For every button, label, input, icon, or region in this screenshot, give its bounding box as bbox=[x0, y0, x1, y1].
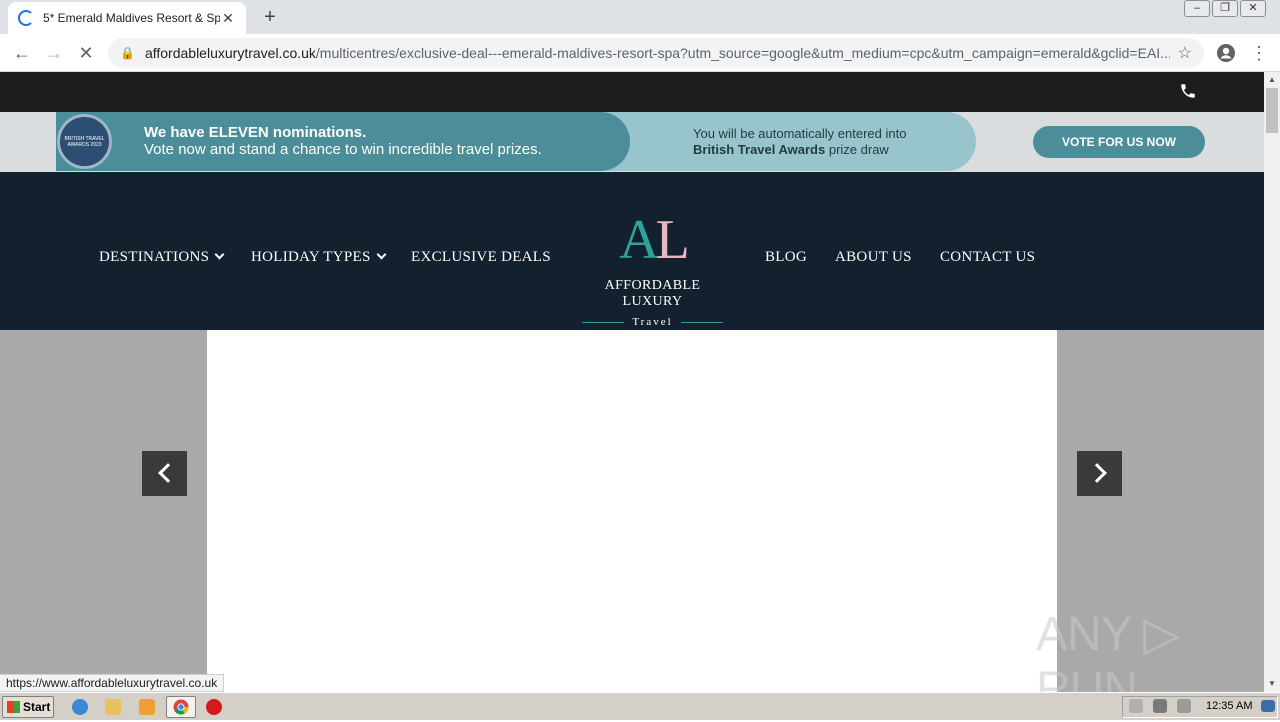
browser-toolbar: ← → ✕ 🔒 affordableluxurytravel.co.uk/mul… bbox=[0, 34, 1280, 72]
logo-letter-l: L bbox=[655, 209, 690, 271]
nav-label: HOLIDAY TYPES bbox=[251, 249, 371, 265]
chrome-taskbar-button[interactable] bbox=[166, 696, 196, 718]
watermark-logo: ANY ▷ RUN bbox=[1036, 606, 1236, 716]
banner-headline: We have ELEVEN nominations. bbox=[144, 124, 367, 141]
file-explorer-icon[interactable] bbox=[105, 699, 121, 715]
badge-text: BRITISH TRAVEL AWARDS 2023 bbox=[64, 135, 105, 148]
logo-subline: Travel bbox=[575, 316, 730, 328]
logo-rule bbox=[582, 321, 625, 323]
tab-close-icon[interactable]: ✕ bbox=[220, 10, 236, 27]
logo-letter-a: A bbox=[619, 209, 660, 271]
chevron-down-icon bbox=[376, 249, 387, 260]
nav-about-us[interactable]: ABOUT US bbox=[835, 249, 912, 266]
action-center-flag-icon[interactable] bbox=[1177, 699, 1191, 713]
windows-taskbar: Start 12:35 AM bbox=[0, 692, 1280, 720]
scroll-up-arrow-icon[interactable]: ▲ bbox=[1264, 72, 1280, 88]
lock-icon[interactable]: 🔒 bbox=[120, 46, 135, 60]
minimize-button[interactable]: – bbox=[1184, 0, 1210, 17]
main-navigation: DESTINATIONS HOLIDAY TYPES EXCLUSIVE DEA… bbox=[0, 172, 1264, 330]
page-scrollbar[interactable]: ▲ ▼ bbox=[1264, 72, 1280, 692]
start-label: Start bbox=[23, 700, 51, 714]
window-controls: – ❐ ✕ bbox=[1182, 0, 1266, 18]
carousel-prev-button[interactable] bbox=[142, 451, 187, 496]
new-tab-button[interactable]: + bbox=[258, 5, 282, 29]
url-text[interactable]: affordableluxurytravel.co.uk/multicentre… bbox=[145, 45, 1170, 61]
awards-badge-logo: BRITISH TRAVEL AWARDS 2023 bbox=[57, 114, 112, 169]
nav-holiday-types[interactable]: HOLIDAY TYPES bbox=[251, 249, 387, 266]
menu-kebab-icon[interactable]: ⋮ bbox=[1246, 40, 1272, 66]
nav-destinations[interactable]: DESTINATIONS bbox=[99, 249, 225, 266]
logo-mark: AL bbox=[575, 212, 730, 270]
volume-icon[interactable] bbox=[1129, 699, 1143, 713]
banner-right-text: You will be automatically entered into bbox=[693, 126, 907, 141]
phone-icon[interactable] bbox=[1179, 82, 1197, 100]
loading-spinner-icon bbox=[18, 10, 34, 26]
chrome-icon bbox=[173, 699, 189, 715]
close-window-button[interactable]: ✕ bbox=[1240, 0, 1266, 17]
logo-rule bbox=[680, 321, 723, 323]
top-bar bbox=[0, 72, 1264, 112]
browser-tab[interactable]: 5* Emerald Maldives Resort & Spa - I ✕ bbox=[8, 2, 246, 34]
address-bar[interactable]: 🔒 affordableluxurytravel.co.uk/multicent… bbox=[108, 38, 1204, 68]
restore-button[interactable]: ❐ bbox=[1212, 0, 1238, 17]
url-path: /multicentres/exclusive-deal---emerald-m… bbox=[315, 45, 1170, 61]
banner-prize-draw: prize draw bbox=[825, 142, 889, 157]
system-tray bbox=[1122, 696, 1278, 718]
profile-icon[interactable] bbox=[1213, 40, 1239, 66]
carousel-slide bbox=[207, 330, 1057, 692]
start-button[interactable]: Start bbox=[2, 696, 54, 718]
logo-sub-text: Travel bbox=[632, 316, 673, 328]
logo-wordmark: AFFORDABLE LUXURY bbox=[604, 278, 701, 309]
site-logo[interactable]: AL AFFORDABLE LUXURY Travel bbox=[575, 212, 730, 328]
forward-arrow-icon[interactable]: → bbox=[41, 40, 67, 66]
system-clock: 12:35 AM bbox=[1206, 700, 1253, 712]
stop-loading-icon[interactable]: ✕ bbox=[73, 40, 99, 66]
network-icon[interactable] bbox=[1153, 699, 1167, 713]
scrollbar-thumb[interactable] bbox=[1266, 88, 1278, 133]
web-page: BRITISH TRAVEL AWARDS 2023 We have ELEVE… bbox=[0, 72, 1264, 692]
nav-blog[interactable]: BLOG bbox=[765, 249, 807, 266]
back-arrow-icon[interactable]: ← bbox=[9, 40, 35, 66]
browser-tab-bar: 5* Emerald Maldives Resort & Spa - I ✕ +… bbox=[0, 0, 1280, 34]
banner-award-name: British Travel Awards bbox=[693, 142, 826, 157]
link-status-bubble: https://www.affordableluxurytravel.co.uk bbox=[0, 674, 225, 692]
media-player-icon[interactable] bbox=[139, 699, 155, 715]
windows-flag-icon bbox=[7, 701, 20, 713]
bookmark-star-icon[interactable]: ☆ bbox=[1178, 43, 1192, 63]
scroll-down-arrow-icon[interactable]: ▼ bbox=[1264, 676, 1280, 692]
tab-title: 5* Emerald Maldives Resort & Spa - I bbox=[43, 11, 220, 25]
chevron-down-icon bbox=[214, 249, 225, 260]
opera-icon[interactable] bbox=[206, 699, 222, 715]
url-host: affordableluxurytravel.co.uk bbox=[144, 45, 316, 61]
nav-contact-us[interactable]: CONTACT US bbox=[940, 249, 1035, 266]
vote-button[interactable]: VOTE FOR US NOW bbox=[1033, 126, 1205, 158]
banner-right-text-2: British Travel Awards prize draw bbox=[693, 142, 889, 157]
nav-exclusive-deals[interactable]: EXCLUSIVE DEALS bbox=[411, 249, 551, 266]
show-desktop-icon[interactable] bbox=[1261, 700, 1275, 712]
awards-banner[interactable]: BRITISH TRAVEL AWARDS 2023 We have ELEVE… bbox=[0, 112, 1264, 172]
carousel-next-button[interactable] bbox=[1077, 451, 1122, 496]
internet-explorer-icon[interactable] bbox=[72, 699, 88, 715]
banner-subline: Vote now and stand a chance to win incre… bbox=[144, 141, 542, 158]
nav-label: DESTINATIONS bbox=[99, 249, 210, 265]
